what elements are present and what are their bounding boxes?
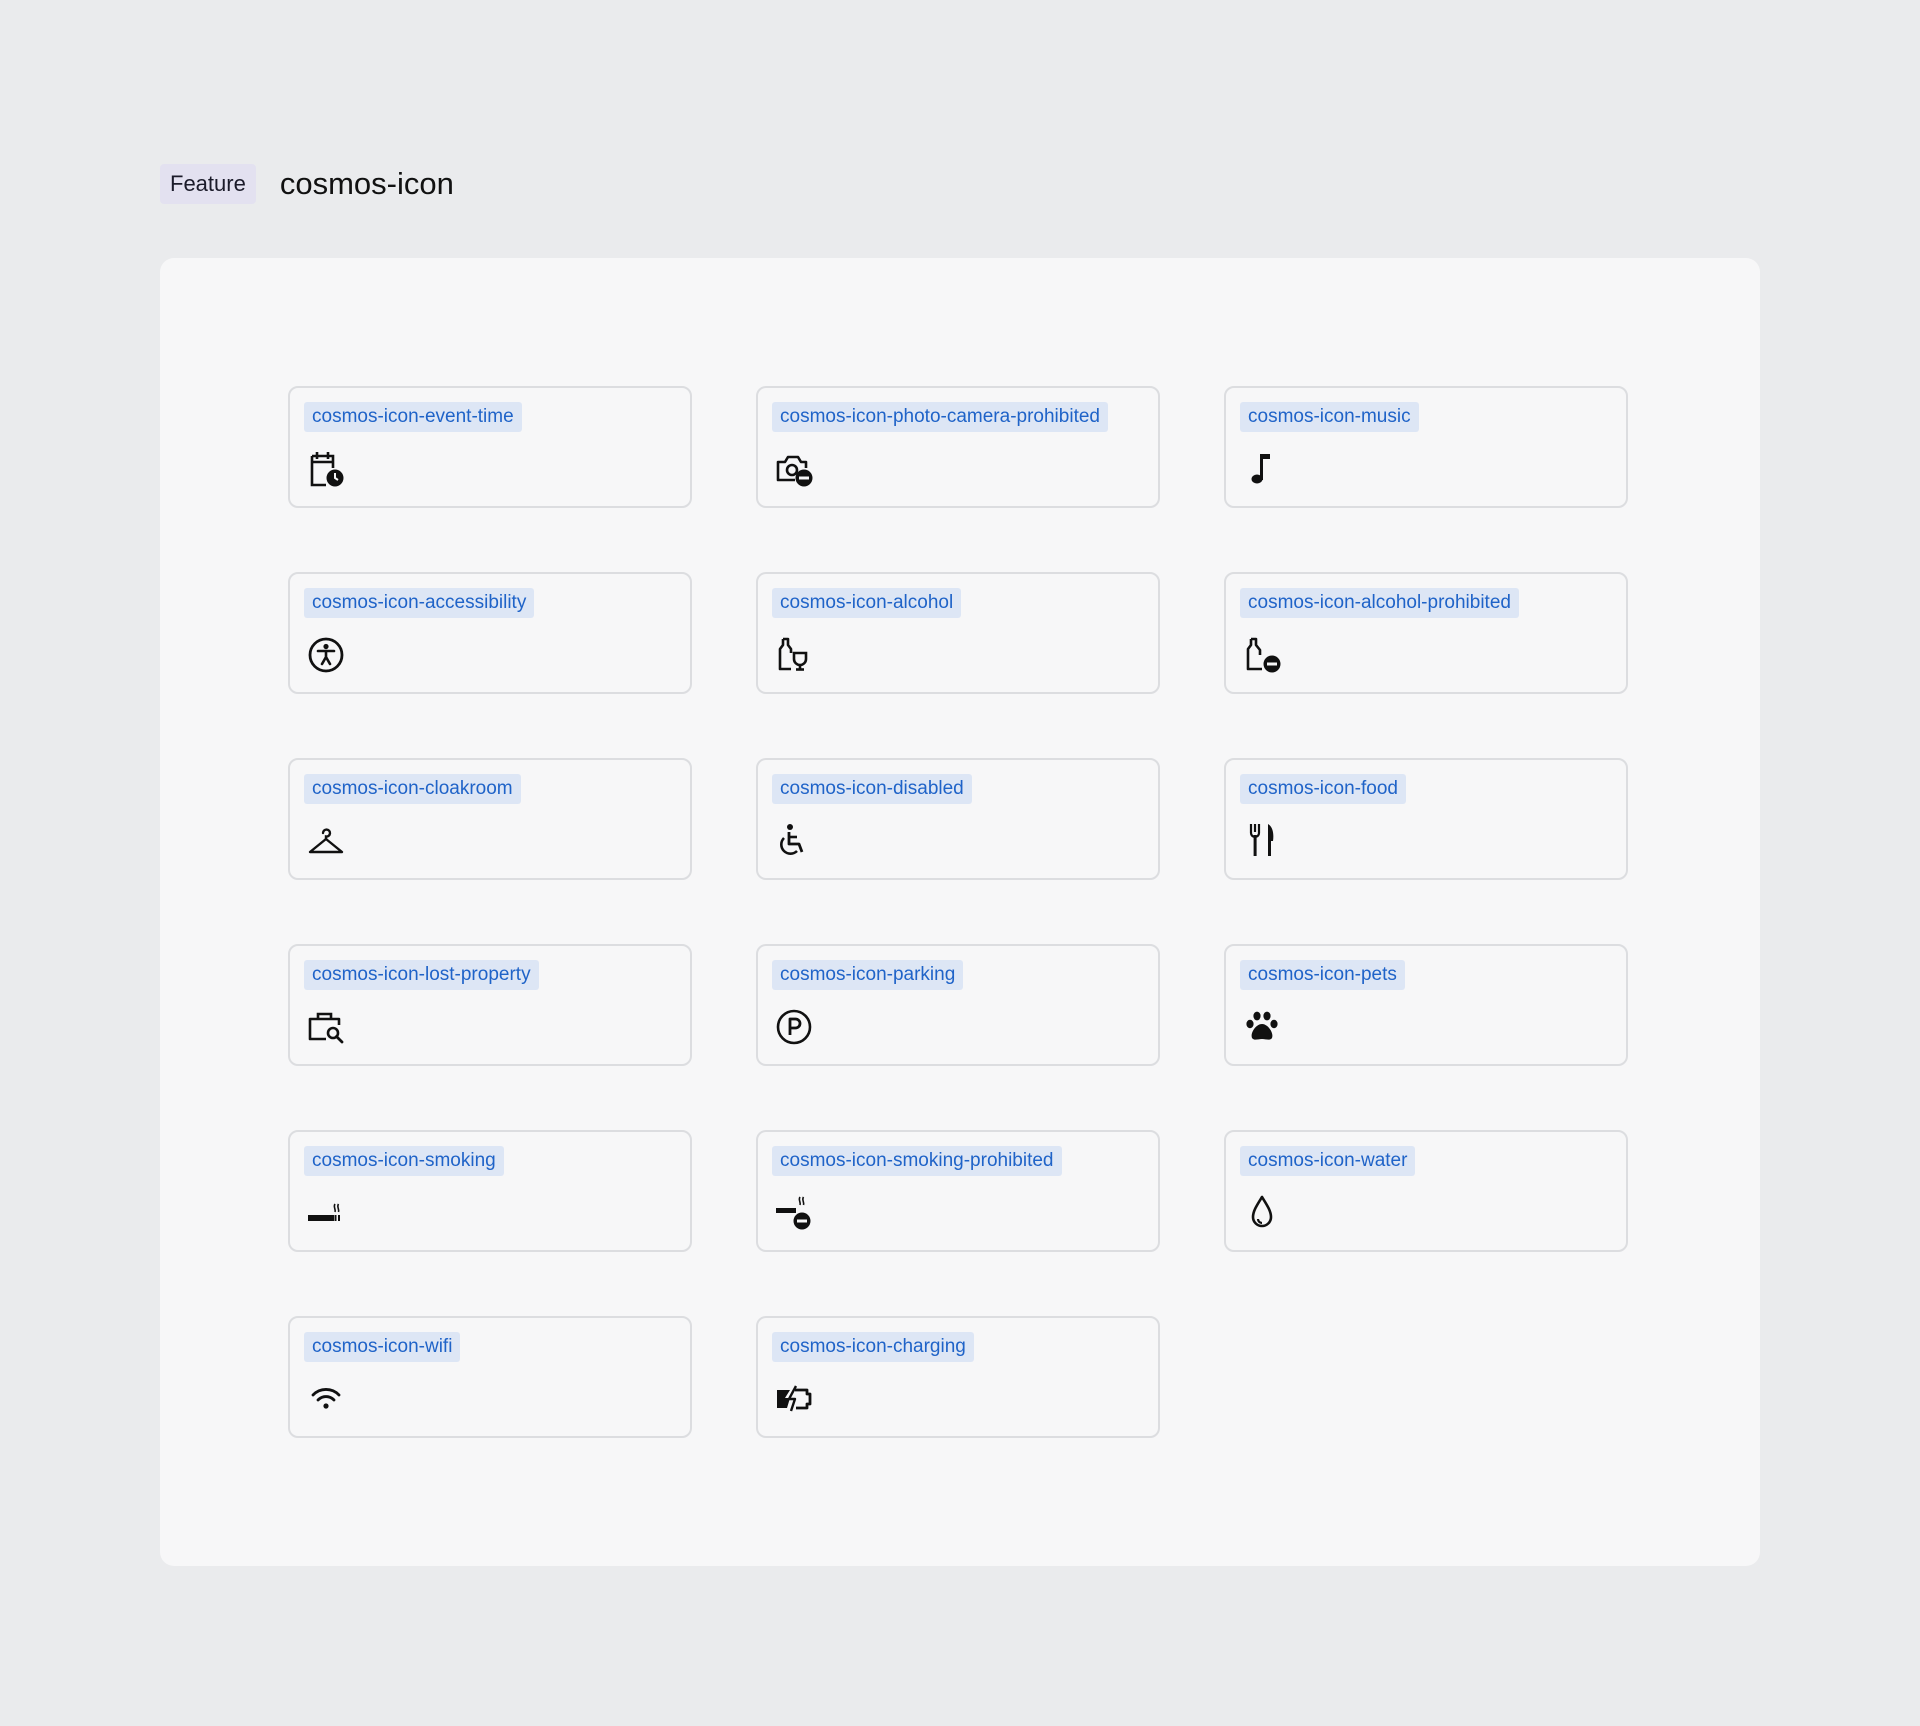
icon-card-event-time: cosmos-icon-event-time	[288, 386, 692, 508]
icon-card-label: cosmos-icon-cloakroom	[304, 774, 521, 804]
icon-card-label: cosmos-icon-music	[1240, 402, 1419, 432]
icon-card-smoking-prohibited: cosmos-icon-smoking-prohibited	[756, 1130, 1160, 1252]
smoking-prohibited-icon	[774, 1192, 814, 1232]
icon-card-label: cosmos-icon-event-time	[304, 402, 522, 432]
pets-icon	[1242, 1006, 1282, 1046]
icon-card-wifi: cosmos-icon-wifi	[288, 1316, 692, 1438]
page-header: Feature cosmos-icon	[160, 164, 454, 204]
icon-card-pets: cosmos-icon-pets	[1224, 944, 1628, 1066]
smoking-icon	[306, 1192, 346, 1232]
icon-card-food: cosmos-icon-food	[1224, 758, 1628, 880]
icon-card-label: cosmos-icon-charging	[772, 1332, 974, 1362]
icon-card-label: cosmos-icon-lost-property	[304, 960, 539, 990]
charging-icon	[774, 1378, 814, 1418]
icon-card-label: cosmos-icon-accessibility	[304, 588, 535, 618]
parking-icon	[774, 1006, 814, 1046]
event-time-icon	[306, 448, 346, 488]
icon-card-music: cosmos-icon-music	[1224, 386, 1628, 508]
icon-card-label: cosmos-icon-wifi	[304, 1332, 461, 1362]
alcohol-prohibited-icon	[1242, 634, 1282, 674]
food-icon	[1242, 820, 1282, 860]
icon-grid: cosmos-icon-event-time cosmos-icon-photo…	[288, 386, 1628, 1438]
page-title: cosmos-icon	[279, 166, 454, 201]
icon-card-cloakroom: cosmos-icon-cloakroom	[288, 758, 692, 880]
icon-card-lost-property: cosmos-icon-lost-property	[288, 944, 692, 1066]
disabled-icon	[774, 820, 814, 860]
icon-card-label: cosmos-icon-smoking	[304, 1146, 504, 1176]
photo-camera-prohibited-icon	[774, 448, 814, 488]
accessibility-icon	[306, 634, 346, 674]
icon-card-label: cosmos-icon-food	[1240, 774, 1406, 804]
icon-card-charging: cosmos-icon-charging	[756, 1316, 1160, 1438]
icon-card-label: cosmos-icon-disabled	[772, 774, 972, 804]
icon-card-alcohol-prohibited: cosmos-icon-alcohol-prohibited	[1224, 572, 1628, 694]
icon-card-label: cosmos-icon-pets	[1240, 960, 1405, 990]
icon-card-label: cosmos-icon-parking	[772, 960, 964, 990]
icon-card-parking: cosmos-icon-parking	[756, 944, 1160, 1066]
icon-card-label: cosmos-icon-alcohol-prohibited	[1240, 588, 1519, 618]
icon-card-photo-camera-prohibited: cosmos-icon-photo-camera-prohibited	[756, 386, 1160, 508]
feature-badge: Feature	[160, 164, 256, 204]
icon-card-alcohol: cosmos-icon-alcohol	[756, 572, 1160, 694]
music-icon	[1242, 448, 1282, 488]
water-icon	[1242, 1192, 1282, 1232]
icon-card-disabled: cosmos-icon-disabled	[756, 758, 1160, 880]
lost-property-icon	[306, 1006, 346, 1046]
icon-card-label: cosmos-icon-alcohol	[772, 588, 962, 618]
icon-gallery-panel: cosmos-icon-event-time cosmos-icon-photo…	[160, 258, 1760, 1566]
icon-card-label: cosmos-icon-photo-camera-prohibited	[772, 402, 1108, 432]
alcohol-icon	[774, 634, 814, 674]
icon-card-label: cosmos-icon-smoking-prohibited	[772, 1146, 1062, 1176]
icon-card-accessibility: cosmos-icon-accessibility	[288, 572, 692, 694]
icon-card-smoking: cosmos-icon-smoking	[288, 1130, 692, 1252]
icon-card-label: cosmos-icon-water	[1240, 1146, 1416, 1176]
wifi-icon	[306, 1378, 346, 1418]
cloakroom-icon	[306, 820, 346, 860]
icon-card-water: cosmos-icon-water	[1224, 1130, 1628, 1252]
